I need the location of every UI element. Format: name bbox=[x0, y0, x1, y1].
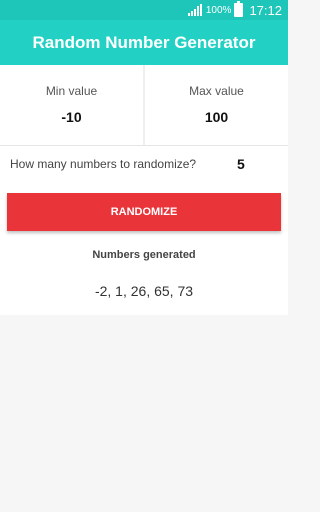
count-question: How many numbers to randomize? bbox=[10, 157, 197, 171]
min-value-label: Min value bbox=[45, 84, 98, 98]
clock: 17:12 bbox=[249, 2, 282, 18]
randomize-button[interactable]: RANDOMIZE bbox=[7, 193, 281, 231]
battery-icon bbox=[234, 1, 244, 17]
app-bar: Random Number Generator bbox=[0, 20, 288, 65]
min-value[interactable]: -10 bbox=[61, 109, 81, 125]
status-bar: 100% 17:12 bbox=[0, 0, 288, 20]
results-title: Numbers generated bbox=[92, 249, 196, 261]
max-value-label: Max value bbox=[189, 84, 244, 98]
min-value-field[interactable]: Min value -10 bbox=[0, 65, 143, 145]
app-title: Random Number Generator bbox=[32, 32, 256, 52]
max-value-field[interactable]: Max value 100 bbox=[145, 65, 288, 145]
signal-icon bbox=[187, 4, 202, 16]
results-values: -2, 1, 26, 65, 73 bbox=[94, 283, 194, 299]
battery-percent: 100% bbox=[205, 4, 232, 16]
count-value[interactable]: 5 bbox=[237, 156, 245, 172]
count-row: How many numbers to randomize? 5 bbox=[0, 146, 288, 183]
max-value[interactable]: 100 bbox=[205, 109, 228, 125]
generator-card: Min value -10 Max value 100 How many num… bbox=[0, 65, 288, 315]
